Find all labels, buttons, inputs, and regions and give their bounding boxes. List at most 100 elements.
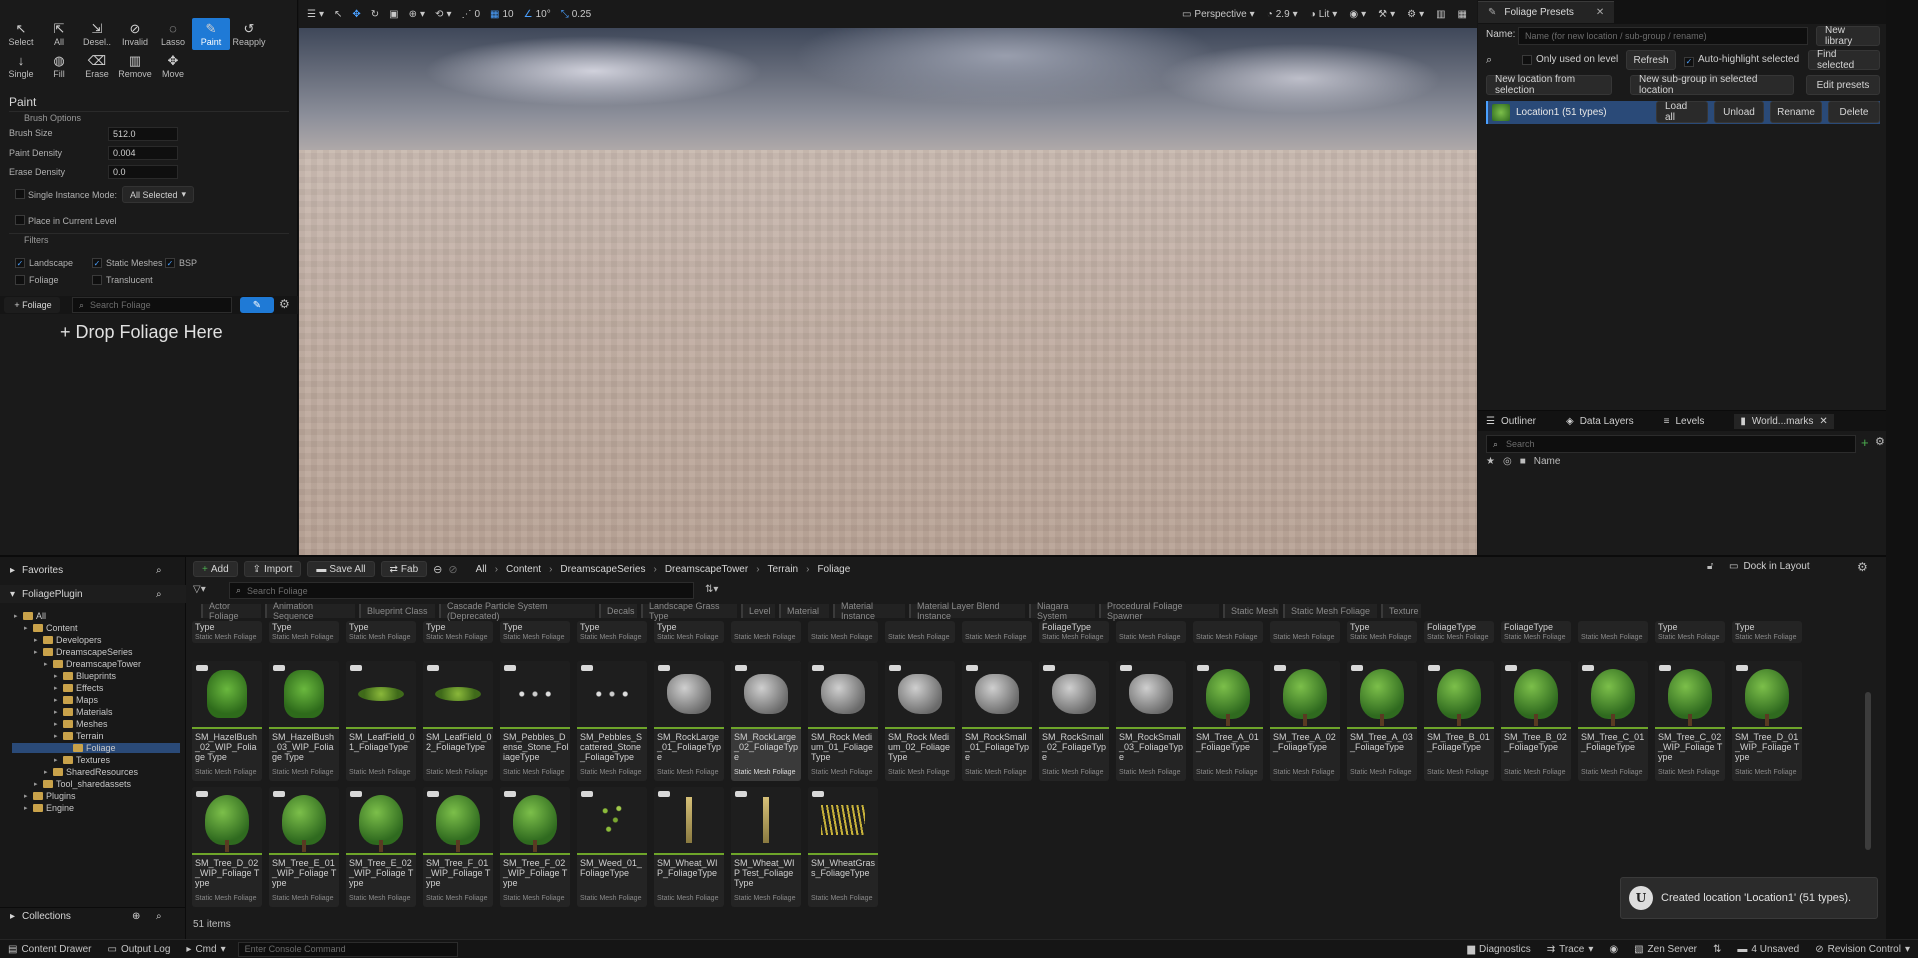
find-selected-button[interactable]: Find selected xyxy=(1808,49,1880,71)
dock-in-layout-button[interactable]: ▭ Dock in Layout xyxy=(1729,561,1810,572)
unload-button[interactable]: Unload xyxy=(1714,101,1764,123)
filter-chip[interactable]: Static Mesh xyxy=(1223,604,1279,618)
scale-button[interactable]: ▣ xyxy=(389,9,398,20)
add-collection-icon[interactable]: ⊕ xyxy=(132,911,140,922)
filter-chip[interactable]: Level xyxy=(741,604,775,618)
filter-translucent-checkbox[interactable]: Translucent xyxy=(92,275,153,285)
rename-button[interactable]: Rename xyxy=(1770,101,1822,123)
filter-landscape-checkbox[interactable]: ✓ Landscape xyxy=(15,258,73,268)
perspective-button[interactable]: ▭ Perspective ▾ xyxy=(1182,9,1255,20)
coordinate-space-button[interactable]: ⊕ ▾ xyxy=(409,9,425,20)
asset-tile[interactable]: SM_Rock Medium_02_FoliageType Static Mesh… xyxy=(885,661,955,781)
tool-select-button[interactable]: ↖ Select xyxy=(2,18,40,50)
visibility-icon[interactable]: ◎ xyxy=(1503,456,1512,467)
filter-chip[interactable]: Animation Sequence xyxy=(265,601,355,621)
content-search-input[interactable]: ⌕ Search Foliage xyxy=(229,582,694,599)
revision-control-button[interactable]: ⊘ Revision Control ▾ xyxy=(1807,944,1918,955)
asset-tile[interactable]: Static Mesh Foliage xyxy=(1578,621,1648,643)
close-icon[interactable]: ✕ xyxy=(1819,416,1827,427)
preset-name-input[interactable]: Name (for new location / sub-group / ren… xyxy=(1518,27,1808,45)
asset-tile[interactable]: SM_Tree_C_01_FoliageType Static Mesh Foli… xyxy=(1578,661,1648,781)
single-instance-checkbox[interactable] xyxy=(15,189,25,202)
folder-sharedresources[interactable]: ▸ SharedResources xyxy=(44,767,138,777)
tool-erase-button[interactable]: ⌫ Erase xyxy=(78,50,116,82)
delete-button[interactable]: Delete xyxy=(1828,101,1880,123)
filter-chip[interactable]: Decals xyxy=(599,604,637,618)
star-icon[interactable]: ★ xyxy=(1486,456,1495,467)
folder-engine[interactable]: ▸ Engine xyxy=(24,803,74,813)
rotate-button[interactable]: ↻ xyxy=(371,9,379,20)
filter-chip[interactable]: Landscape Grass Type xyxy=(641,601,737,621)
erase-density-field[interactable]: 0.0 xyxy=(108,165,178,179)
settings-gear-button[interactable]: ⚙ xyxy=(279,297,290,311)
filter-button[interactable]: ▽▾ xyxy=(193,584,206,595)
folder-content[interactable]: ▸ Content xyxy=(24,623,78,633)
content-settings-button[interactable]: ⚙ xyxy=(1857,560,1868,574)
asset-tile[interactable]: SM_RockSmall_03_FoliageType Static Mesh F… xyxy=(1116,661,1186,781)
filter-chip[interactable]: Cascade Particle System (Deprecated) xyxy=(439,601,595,621)
asset-tile[interactable]: SM_RockLarge_02_FoliageType Static Mesh F… xyxy=(731,661,801,781)
asset-tile[interactable]: SM_Tree_B_02_FoliageType Static Mesh Foli… xyxy=(1501,661,1571,781)
asset-tile[interactable]: SM_Tree_F_01_WIP_Foliage Type Static Mesh… xyxy=(423,787,493,907)
translate-button[interactable]: ✥ xyxy=(352,9,360,20)
tool-desel-button[interactable]: ⇲ Desel.. xyxy=(78,18,116,50)
breadcrumb-item[interactable]: Content xyxy=(506,564,541,575)
asset-tile[interactable]: Static Mesh Foliage xyxy=(1116,621,1186,643)
asset-tile[interactable]: FoliageType Static Mesh Foliage xyxy=(1501,621,1571,643)
lock-icon[interactable]: ■ xyxy=(1520,456,1526,467)
asset-tile[interactable]: Type Static Mesh Foliage xyxy=(577,621,647,643)
view-mode-button[interactable]: ◑ Lit ▾ xyxy=(1310,9,1338,20)
folder-textures[interactable]: ▸ Textures xyxy=(54,755,110,765)
sort-button[interactable]: ⇅▾ xyxy=(705,584,718,595)
zen-server-button[interactable]: ▧ Zen Server xyxy=(1626,944,1705,955)
history-back-icon[interactable]: ⊖ xyxy=(433,563,442,576)
folder-foliage[interactable]: Foliage xyxy=(12,743,180,753)
tab-outliner[interactable]: ☰ Outliner xyxy=(1486,416,1536,427)
breadcrumb-item[interactable]: Foliage xyxy=(817,564,850,575)
edit-presets-button[interactable]: Edit presets xyxy=(1806,75,1880,95)
asset-tile[interactable]: SM_Tree_C_02_WIP_Foliage Type Static Mesh… xyxy=(1655,661,1725,781)
select-mode-button[interactable]: ↖ xyxy=(334,9,342,20)
filter-chip[interactable]: Material Instance xyxy=(833,601,905,621)
search-icon[interactable]: ⌕ xyxy=(156,589,162,600)
viewport-settings-button[interactable]: ⚙ ▾ xyxy=(1407,9,1424,20)
foliage-search-input[interactable]: ⌕ Search Foliage xyxy=(72,297,232,313)
rotation-snap-button[interactable]: ∠ 10° xyxy=(524,9,551,20)
unsaved-button[interactable]: ▬ 4 Unsaved xyxy=(1729,944,1807,955)
single-instance-dropdown[interactable]: All Selected ▾ xyxy=(122,186,194,203)
tool-all-button[interactable]: ⇱ All xyxy=(40,18,78,50)
filter-chip[interactable]: Material Layer Blend Instance xyxy=(909,601,1025,621)
asset-tile[interactable]: Type Static Mesh Foliage xyxy=(192,621,262,643)
search-icon[interactable]: ⌕ xyxy=(1486,54,1492,67)
tool-move-button[interactable]: ✥ Move xyxy=(154,50,192,82)
folder-maps[interactable]: ▸ Maps xyxy=(54,695,98,705)
asset-tile[interactable]: SM_Pebbles_Scattered_Stone_FoliageType St… xyxy=(577,661,647,781)
asset-tile[interactable]: SM_Tree_A_02_FoliageType Static Mesh Foli… xyxy=(1270,661,1340,781)
folder-materials[interactable]: ▸ Materials xyxy=(54,707,113,717)
asset-tile[interactable]: SM_Tree_D_02_WIP_Foliage Type Static Mesh… xyxy=(192,787,262,907)
tool-reapply-button[interactable]: ↺ Reapply xyxy=(230,18,268,50)
asset-tile[interactable]: SM_WheatGrass_FoliageType Static Mesh Fol… xyxy=(808,787,878,907)
asset-tile[interactable]: Type Static Mesh Foliage xyxy=(1347,621,1417,643)
asset-tile[interactable]: SM_Wheat_WIP Test_Foliage Type Static Mes… xyxy=(731,787,801,907)
asset-tile[interactable]: Static Mesh Foliage xyxy=(731,621,801,643)
asset-tile[interactable]: Static Mesh Foliage xyxy=(1193,621,1263,643)
split-view-button[interactable]: ▥ xyxy=(1436,9,1445,20)
tab-levels[interactable]: ≡ Levels xyxy=(1664,416,1705,427)
folder-tool_sharedassets[interactable]: ▸ Tool_sharedassets xyxy=(34,779,131,789)
cmd-dropdown[interactable]: ▸ Cmd ▾ xyxy=(178,944,233,955)
console-input[interactable]: Enter Console Command xyxy=(237,941,458,957)
folder-dreamscapeseries[interactable]: ▸ DreamscapeSeries xyxy=(34,647,133,657)
trace-button[interactable]: ⇉ Trace ▾ xyxy=(1539,944,1602,955)
filter-foliage-checkbox[interactable]: Foliage xyxy=(15,275,59,285)
asset-tile[interactable]: SM_Tree_F_02_WIP_Foliage Type Static Mesh… xyxy=(500,787,570,907)
breadcrumb-item[interactable]: All xyxy=(476,564,487,575)
filter-chip[interactable]: Blueprint Class xyxy=(359,604,435,618)
surface-snap-button[interactable]: ⟲ ▾ xyxy=(435,9,451,20)
add-button[interactable]: + xyxy=(1861,435,1869,450)
asset-tile[interactable]: SM_Tree_E_01_WIP_Foliage Type Static Mesh… xyxy=(269,787,339,907)
activity-button[interactable]: ⇅ xyxy=(1705,944,1729,955)
asset-tile[interactable]: Static Mesh Foliage xyxy=(1270,621,1340,643)
record-button[interactable]: ◉ xyxy=(1601,944,1626,955)
folder-developers[interactable]: ▸ Developers xyxy=(34,635,102,645)
